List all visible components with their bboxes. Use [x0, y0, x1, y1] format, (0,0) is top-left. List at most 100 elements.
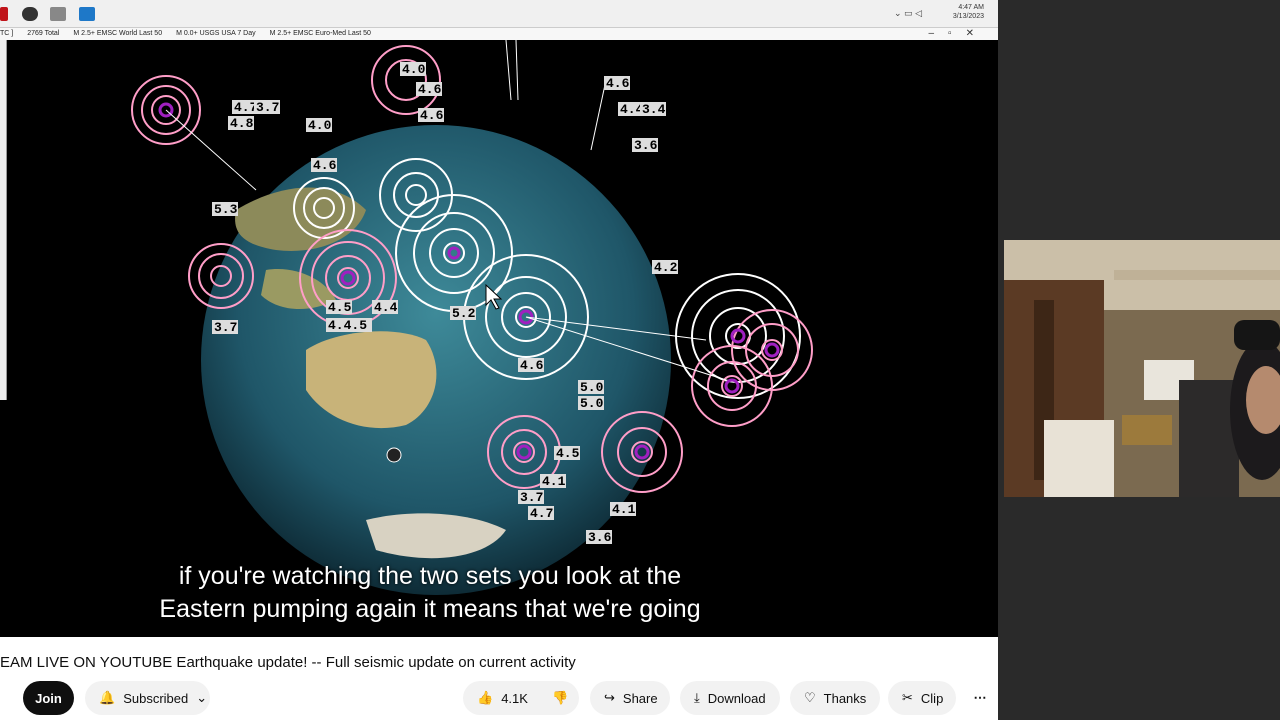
ring-cluster-east	[675, 273, 801, 399]
side-panel-top	[998, 0, 1280, 240]
shelf-papers	[1044, 420, 1114, 497]
like-count[interactable]: 4.1K	[501, 691, 528, 706]
mag-label: 4.6	[418, 108, 444, 123]
svg-text:3.7: 3.7	[214, 320, 237, 335]
svg-text:4.4.5: 4.4.5	[328, 318, 367, 333]
clock-date: 3/13/2023	[952, 13, 984, 20]
caption-line: Eastern pumping again it means that we'r…	[159, 595, 701, 623]
basket	[1122, 415, 1172, 445]
quake-feed-bar: TC ] 2769 Total M 2.5+ EMSC World Last 5…	[0, 28, 998, 40]
mag-label: 3.7	[518, 490, 544, 505]
feed-item[interactable]: M 2.5+ EMSC Euro-Med Last 50	[270, 30, 371, 37]
mag-label: 3.4	[640, 102, 666, 117]
svg-text:3.4: 3.4	[642, 102, 666, 117]
thanks-icon: ♡	[804, 690, 816, 705]
feed-item: 2769 Total	[27, 30, 60, 37]
mag-label: 4.2	[652, 260, 678, 275]
more-icon: ⋯	[973, 690, 987, 705]
feed-item[interactable]: M 0.0+ USGS USA 7 Day	[176, 30, 256, 37]
thanks-label: Thanks	[823, 690, 867, 706]
mag-label: 4.1	[610, 502, 636, 517]
svg-text:5.0: 5.0	[580, 396, 604, 411]
mag-label: 3.7	[254, 100, 280, 115]
clip-button[interactable]: ✂ Clip	[888, 681, 956, 715]
closed-captions: if you're watching the two sets you look…	[0, 560, 860, 626]
svg-text:4.4: 4.4	[374, 300, 398, 315]
clip-label: Clip	[920, 690, 944, 706]
svg-text:4.5: 4.5	[556, 446, 580, 461]
svg-text:4.6: 4.6	[313, 158, 337, 173]
window-controls[interactable]: –▫✕	[929, 28, 989, 40]
marker-icon	[386, 447, 402, 463]
share-label: Share	[622, 690, 658, 706]
thanks-button[interactable]: ♡ Thanks	[790, 681, 880, 715]
share-button[interactable]: ↪ Share	[590, 681, 670, 715]
mag-label: 4.8	[228, 116, 254, 131]
svg-text:4.6: 4.6	[418, 82, 442, 97]
feed-item[interactable]: M 2.5+ EMSC World Last 50	[73, 30, 162, 37]
svg-text:4.8: 4.8	[230, 116, 254, 131]
mag-label: 4.4.5	[326, 318, 372, 333]
mag-label: 3.6	[632, 138, 658, 153]
video-player[interactable]: ⌄ ▭ ◁ 4:47 AM 3/13/2023 TC ] 2769 Total …	[0, 0, 998, 637]
svg-text:4.7: 4.7	[530, 506, 553, 521]
svg-text:3.7: 3.7	[520, 490, 543, 505]
side-panel-bottom	[998, 497, 1280, 720]
svg-text:3.7: 3.7	[256, 100, 279, 115]
svg-text:5.2: 5.2	[452, 306, 476, 321]
webcam-overlay	[1004, 240, 1280, 497]
svg-text:4.7: 4.7	[234, 100, 257, 115]
mag-label: 4.6	[311, 158, 337, 173]
caption-line: if you're watching the two sets you look…	[178, 562, 682, 590]
mag-label: 4.6	[416, 82, 442, 97]
svg-text:4.0: 4.0	[402, 62, 426, 77]
mag-label: 3.7	[212, 320, 238, 335]
mag-label: 4.5	[554, 446, 580, 461]
svg-text:4.0: 4.0	[308, 118, 332, 133]
mag-label: 3.6	[586, 530, 612, 545]
earthquake-globe[interactable]: 4.7 4.8 3.7 4.0 4.6 4.6 5.3 4.6 4.4 3.4 …	[6, 40, 998, 637]
mag-label: 4.4	[372, 300, 398, 315]
tray-clock[interactable]: 4:47 AM 3/13/2023	[953, 3, 984, 21]
svg-text:5.3: 5.3	[214, 202, 238, 217]
more-actions-button[interactable]: ⋯	[962, 681, 998, 715]
mag-label: 4.6	[518, 358, 544, 373]
svg-text:4.6: 4.6	[520, 358, 544, 373]
app-icon-record[interactable]	[22, 7, 38, 21]
mag-label: 4.6	[604, 76, 630, 91]
join-button[interactable]: Join	[23, 681, 74, 715]
dislike-icon[interactable]: 👎	[552, 690, 568, 706]
mag-label: 4.1	[540, 474, 566, 489]
mag-label: 5.0	[578, 380, 604, 395]
app-icon-media[interactable]	[79, 7, 95, 21]
svg-text:4.1: 4.1	[612, 502, 636, 517]
office-chair	[1179, 380, 1239, 497]
mag-label: 5.2	[450, 306, 476, 321]
mag-label: 5.0	[578, 396, 604, 411]
tray-icons[interactable]: ⌄ ▭ ◁	[894, 8, 922, 19]
svg-text:3.6: 3.6	[634, 138, 658, 153]
like-icon[interactable]: 👍	[477, 690, 493, 706]
app-icon-tools[interactable]	[50, 7, 66, 21]
download-button[interactable]: ⤓ Download	[680, 681, 780, 715]
download-label: Download	[707, 690, 766, 706]
cap-icon	[1234, 320, 1280, 350]
mag-label: 5.3	[212, 202, 238, 217]
svg-text:4.6: 4.6	[606, 76, 630, 91]
join-label: Join	[35, 690, 62, 706]
download-icon: ⤓	[694, 690, 700, 705]
mag-label: 4.5	[326, 300, 352, 315]
svg-text:4.5: 4.5	[328, 300, 352, 315]
subscribed-button[interactable]: 🔔 Subscribed ⌄	[85, 681, 210, 715]
share-icon: ↪	[604, 690, 615, 705]
svg-text:3.6: 3.6	[588, 530, 612, 545]
app-icon-red[interactable]	[0, 7, 8, 21]
subscribed-label: Subscribed	[123, 690, 189, 706]
bell-icon: 🔔	[99, 690, 116, 705]
svg-text:5.0: 5.0	[580, 380, 604, 395]
svg-text:4.2: 4.2	[654, 260, 678, 275]
scissors-icon: ✂	[902, 690, 913, 705]
windows-taskbar: ⌄ ▭ ◁ 4:47 AM 3/13/2023	[0, 0, 998, 28]
mag-label: 4.7	[528, 506, 554, 521]
video-title: EAM LIVE ON YOUTUBE Earthquake update! -…	[0, 654, 576, 671]
